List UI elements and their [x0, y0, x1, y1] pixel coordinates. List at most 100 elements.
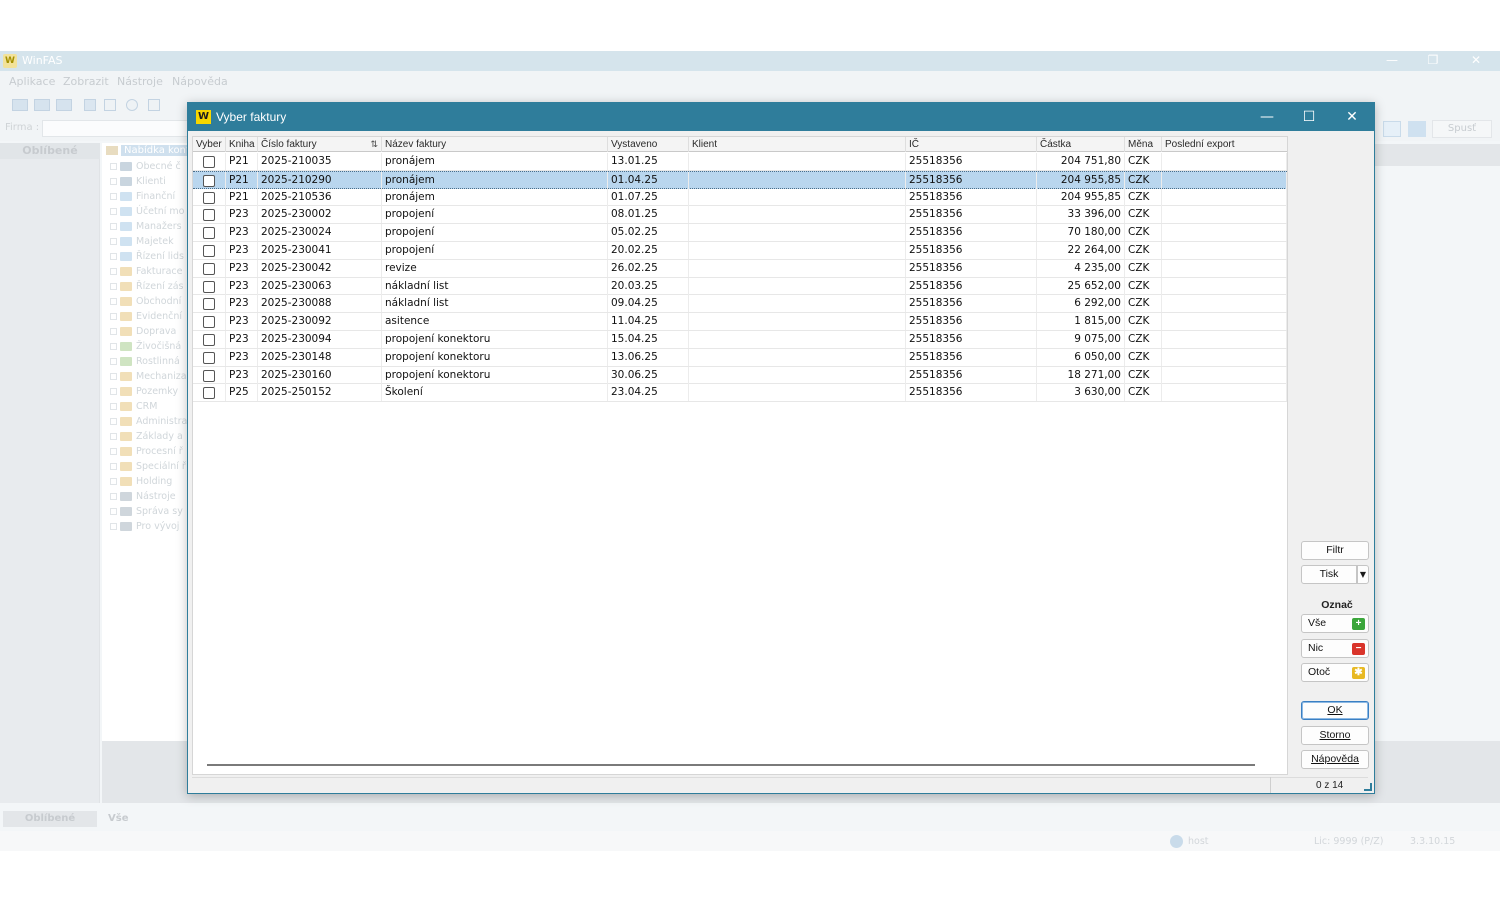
tree-item[interactable]: Pozemky [110, 386, 178, 400]
help-button[interactable]: Nápověda [1301, 750, 1369, 769]
app-restore-button[interactable]: ❐ [1423, 53, 1443, 67]
back-icon[interactable] [84, 99, 96, 111]
tree-item[interactable]: Manažers [110, 221, 182, 235]
expand-icon[interactable] [110, 388, 117, 395]
select-all-button[interactable]: Vše + [1301, 614, 1369, 633]
expand-icon[interactable] [110, 238, 117, 245]
tree-item[interactable]: Klienti [110, 176, 166, 190]
row-checkbox[interactable] [203, 156, 215, 168]
table-row[interactable]: P23 2025-230024 propojení 05.02.25 25518356 7… [193, 224, 1287, 242]
firma-input[interactable] [42, 120, 192, 137]
expand-icon[interactable] [110, 358, 117, 365]
resize-grip-icon[interactable] [1364, 783, 1372, 791]
expand-icon[interactable] [110, 448, 117, 455]
menu-zobrazit[interactable]: Zobrazit [63, 75, 109, 88]
row-checkbox[interactable] [203, 227, 215, 240]
expand-icon[interactable] [110, 253, 117, 260]
expand-icon[interactable] [110, 418, 117, 425]
invert-selection-button[interactable]: Otoč ✱ [1301, 663, 1369, 682]
row-checkbox[interactable] [203, 280, 215, 293]
row-checkbox[interactable] [203, 334, 215, 346]
row-checkbox[interactable] [203, 387, 215, 400]
table-row[interactable]: P23 2025-230088 nákladní list 09.04.25 25518… [193, 295, 1287, 314]
view-icon[interactable] [56, 99, 72, 111]
invoice-grid[interactable]: Vyber Kniha Číslo faktury ⇅ Název faktury… [192, 136, 1288, 775]
row-checkbox[interactable] [203, 351, 215, 364]
tree-item[interactable]: Procesní ř [110, 446, 183, 460]
table-row[interactable]: P21 2025-210035 pronájem 13.01.25 25518356 20… [193, 153, 1287, 171]
copy-icon[interactable] [104, 99, 116, 111]
up-icon[interactable] [148, 99, 160, 111]
table-row[interactable]: P23 2025-230002 propojení 08.01.25 25518356 3… [193, 206, 1287, 225]
row-checkbox[interactable] [203, 262, 215, 275]
tree-item[interactable]: Obchodní [110, 296, 181, 310]
row-checkbox[interactable] [203, 298, 215, 311]
tree-item[interactable]: Administra [110, 416, 187, 430]
column-header-export[interactable]: Poslední export [1162, 137, 1287, 152]
expand-icon[interactable] [110, 178, 117, 185]
column-header-vystaveno[interactable]: Vystaveno [608, 137, 689, 152]
expand-icon[interactable] [110, 283, 117, 290]
expand-icon[interactable] [110, 508, 117, 515]
tree-item[interactable]: Fakturace [110, 266, 182, 280]
tree-item[interactable]: Doprava [110, 326, 176, 340]
table-row[interactable]: P21 2025-210290 pronájem 01.04.25 25518356 20… [193, 170, 1287, 189]
tree-item[interactable]: Evidenční [110, 311, 182, 325]
print-button[interactable]: Tisk [1301, 565, 1357, 584]
dialog-minimize-button[interactable]: — [1245, 103, 1289, 131]
expand-icon[interactable] [110, 403, 117, 410]
tree-item[interactable]: Mechaniza [110, 371, 187, 385]
table-row[interactable]: P23 2025-230042 revize 26.02.25 25518356 4 23… [193, 259, 1287, 278]
tree-item[interactable]: Nástroje [110, 491, 176, 505]
column-header-mena[interactable]: Měna [1125, 137, 1162, 152]
print-dropdown-icon[interactable]: ▼ [1357, 565, 1369, 584]
horizontal-scrollbar[interactable] [207, 764, 1255, 766]
tab-favorites[interactable]: Oblíbené [3, 811, 97, 827]
app-close-button[interactable]: ✕ [1466, 53, 1486, 67]
tree-item[interactable]: Finanční [110, 191, 175, 205]
expand-icon[interactable] [110, 328, 117, 335]
table-row[interactable]: P25 2025-250152 Školení 23.04.25 25518356 3 6… [193, 384, 1287, 403]
tree-item[interactable]: CRM [110, 401, 157, 415]
tab-all[interactable]: Vše [108, 813, 128, 824]
tree-item[interactable]: Řízení lids [110, 251, 184, 265]
row-checkbox[interactable] [203, 369, 215, 382]
dropdown-icon[interactable] [1383, 121, 1401, 137]
table-row[interactable]: P23 2025-230063 nákladní list 20.03.25 25518… [193, 277, 1287, 296]
ok-button[interactable]: OK [1301, 701, 1369, 720]
table-row[interactable]: P21 2025-210536 pronájem 01.07.25 25518356 20… [193, 188, 1287, 207]
cancel-button[interactable]: Storno [1301, 726, 1369, 745]
expand-icon[interactable] [110, 463, 117, 470]
expand-icon[interactable] [110, 163, 117, 170]
tree-item[interactable]: Rostlinná [110, 356, 180, 370]
expand-icon[interactable] [110, 208, 117, 215]
menu-aplikace[interactable]: Aplikace [9, 75, 55, 88]
row-checkbox[interactable] [203, 316, 215, 329]
dialog-titlebar[interactable]: W Vyber faktury — ☐ ✕ [188, 103, 1374, 131]
expand-icon[interactable] [110, 193, 117, 200]
row-checkbox[interactable] [203, 191, 215, 204]
column-header-klient[interactable]: Klient [689, 137, 906, 152]
select-none-button[interactable]: Nic − [1301, 639, 1369, 658]
expand-icon[interactable] [110, 268, 117, 275]
spust-button[interactable]: Spusť [1432, 120, 1492, 138]
table-row[interactable]: P23 2025-230092 asitence 11.04.25 25518356 1 … [193, 313, 1287, 331]
table-row[interactable]: P23 2025-230148 propojení konektoru 13.06.2… [193, 348, 1287, 367]
tree-item[interactable]: Správa sy [110, 506, 183, 520]
tree-item[interactable]: Účetní mo [110, 206, 185, 220]
view-icon[interactable] [12, 99, 28, 111]
expand-icon[interactable] [110, 373, 117, 380]
dialog-maximize-button[interactable]: ☐ [1287, 103, 1331, 131]
menu-nastroje[interactable]: Nástroje [117, 75, 163, 88]
refresh-icon[interactable] [126, 99, 138, 111]
expand-icon[interactable] [110, 313, 117, 320]
expand-icon[interactable] [110, 493, 117, 500]
column-header-castka[interactable]: Částka [1037, 137, 1125, 152]
column-header-vyber[interactable]: Vyber [193, 137, 226, 152]
expand-icon[interactable] [110, 523, 117, 530]
column-header-ic[interactable]: IČ [906, 137, 1037, 152]
expand-icon[interactable] [110, 433, 117, 440]
tree-item[interactable]: Základy a [110, 431, 183, 445]
tree-item[interactable]: Živočišná [110, 341, 181, 355]
folder-icon[interactable] [1408, 121, 1426, 137]
